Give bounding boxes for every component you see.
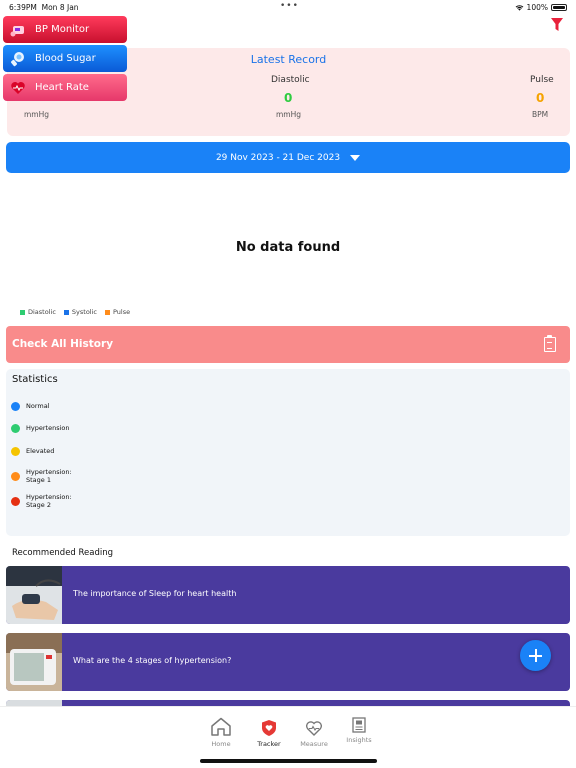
home-icon <box>211 717 231 736</box>
status-bar: 6:39PM Mon 8 Jan ••• 100% <box>0 0 576 14</box>
chart-legend: Diastolic Systolic Pulse <box>20 308 130 316</box>
menu-bp-label: BP Monitor <box>35 24 90 35</box>
menu-bp-monitor[interactable]: BP Monitor <box>3 16 127 43</box>
multitask-dots[interactable]: ••• <box>280 1 299 11</box>
recommended-reading-title: Recommended Reading <box>12 548 114 558</box>
stat-normal: Normal <box>11 402 50 411</box>
stat-stage-2: Hypertension: Stage 2 <box>11 493 72 509</box>
empty-state-text: No data found <box>235 240 341 255</box>
systolic-unit: mmHg <box>24 110 50 119</box>
legend-item-systolic: Systolic <box>63 308 97 316</box>
menu-blood-sugar[interactable]: Blood Sugar <box>3 45 127 72</box>
heart-pulse-icon <box>305 721 323 736</box>
menu-sugar-label: Blood Sugar <box>35 53 96 64</box>
tab-tracker-label: Tracker <box>257 740 281 748</box>
battery-icon <box>551 4 567 11</box>
legend-item-diastolic: Diastolic <box>20 308 56 316</box>
battery-percent: 100% <box>526 3 548 12</box>
statistics-card: Statistics Normal Hypertension Elevated … <box>6 369 570 536</box>
document-icon <box>352 717 366 733</box>
heart-icon <box>9 79 27 97</box>
diastolic-unit: mmHg <box>276 110 302 119</box>
stat-stage-1: Hypertension: Stage 1 <box>11 468 72 484</box>
pulse-unit: BPM <box>532 110 549 119</box>
article-card[interactable]: What are the 4 stages of hypertension? <box>6 633 570 691</box>
menu-heart-label: Heart Rate <box>35 82 89 93</box>
statistics-title: Statistics <box>12 374 58 385</box>
status-indicators: 100% <box>515 3 567 12</box>
stat-elevated: Elevated <box>11 447 54 456</box>
article-title: The importance of Sleep for heart health <box>73 589 237 598</box>
shield-heart-icon <box>262 720 276 736</box>
tab-home[interactable]: Home <box>196 717 246 748</box>
clipboard-icon <box>544 335 556 352</box>
diastolic-value: 0 <box>284 91 293 105</box>
tab-home-label: Home <box>211 740 231 748</box>
wifi-icon <box>515 5 523 11</box>
date-range-label: 29 Nov 2023 - 21 Dec 2023 <box>215 152 341 163</box>
add-reading-button[interactable] <box>520 640 551 671</box>
article-thumbnail <box>6 566 62 624</box>
bp-monitor-icon <box>9 21 27 39</box>
pulse-label: Pulse <box>530 75 554 85</box>
glucose-meter-icon <box>9 50 27 68</box>
chevron-down-icon <box>350 154 361 161</box>
article-card[interactable]: The importance of Sleep for heart health <box>6 566 570 624</box>
status-time: 6:39PM Mon 8 Jan <box>9 3 79 12</box>
filter-icon[interactable] <box>551 18 563 32</box>
history-label: Check All History <box>12 338 114 350</box>
pulse-value: 0 <box>536 91 545 105</box>
stat-hypertension: Hypertension <box>11 424 70 433</box>
tab-measure[interactable]: Measure <box>289 717 339 748</box>
article-title: What are the 4 stages of hypertension? <box>73 656 232 665</box>
tab-measure-label: Measure <box>300 740 328 748</box>
diastolic-label: Diastolic <box>271 75 310 85</box>
article-thumbnail <box>6 633 62 691</box>
legend-item-pulse: Pulse <box>104 308 130 316</box>
check-all-history-button[interactable]: Check All History <box>6 326 570 363</box>
tab-tracker[interactable]: Tracker <box>244 717 294 748</box>
home-indicator[interactable] <box>200 759 377 763</box>
menu-heart-rate[interactable]: Heart Rate <box>3 74 127 101</box>
date-range-button[interactable]: 29 Nov 2023 - 21 Dec 2023 <box>6 142 570 173</box>
tab-insights[interactable]: Insights <box>334 717 384 744</box>
tab-insights-label: Insights <box>346 736 372 744</box>
